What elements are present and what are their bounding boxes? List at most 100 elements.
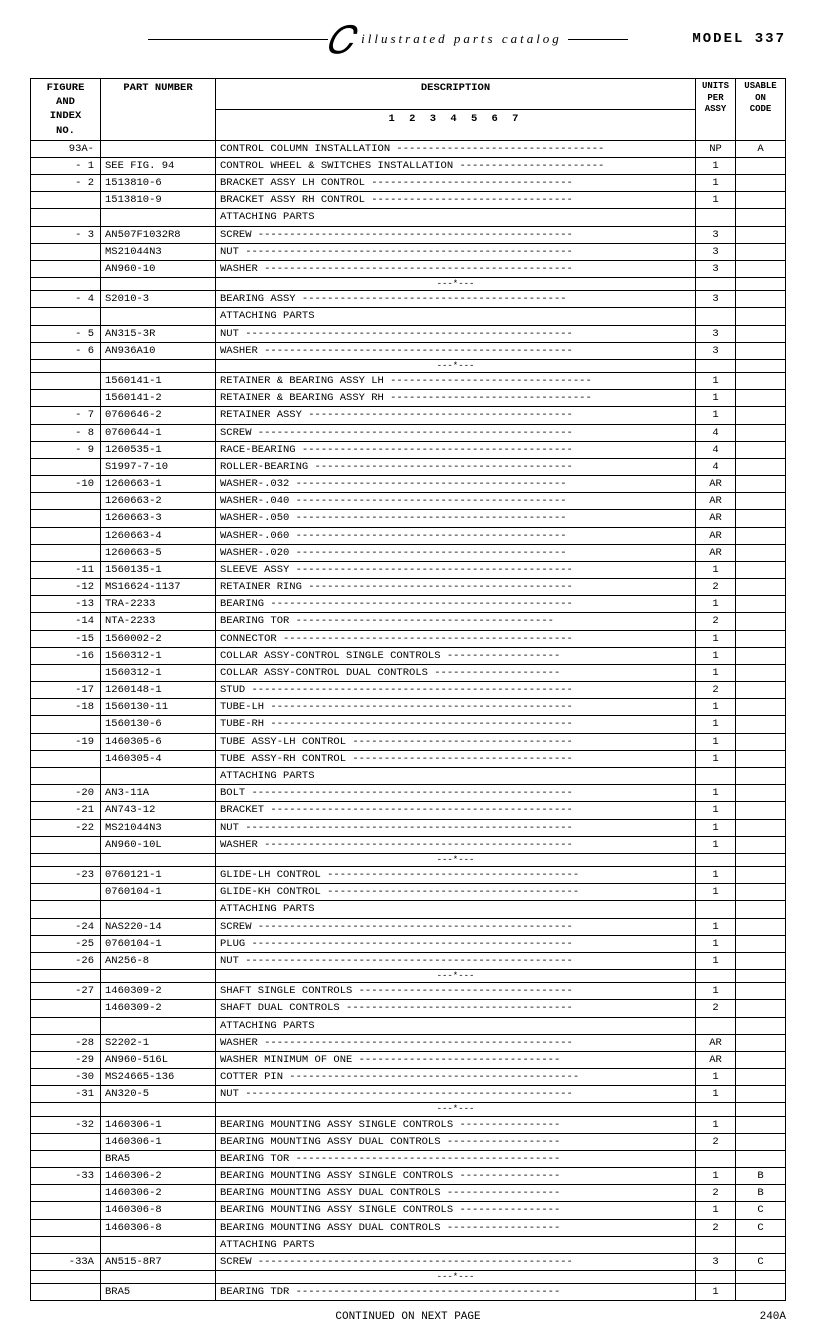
- cell-usable-code: [736, 278, 786, 291]
- cell-usable-code: [736, 630, 786, 647]
- cell-part-number: 1260663-3: [101, 510, 216, 527]
- cell-part-number: 1560312-1: [101, 664, 216, 681]
- cell-units: 1: [696, 596, 736, 613]
- col-header-units: UNITS PER ASSY: [696, 79, 736, 141]
- table-row: ATTACHING PARTS: [31, 209, 786, 226]
- cell-part-number: 1460306-2: [101, 1168, 216, 1185]
- cell-usable-code: [736, 243, 786, 260]
- cell-usable-code: [736, 1034, 786, 1051]
- cell-description: ATTACHING PARTS: [216, 209, 696, 226]
- cell-part-number: 1460306-1: [101, 1133, 216, 1150]
- cell-part-number: 1560312-1: [101, 647, 216, 664]
- cell-figure: - 5: [31, 325, 101, 342]
- cell-usable-code: [736, 458, 786, 475]
- cell-description: WASHER-.032 ----------------------------…: [216, 476, 696, 493]
- cell-figure: - 8: [31, 424, 101, 441]
- table-row: - 4S2010-3BEARING ASSY -----------------…: [31, 291, 786, 308]
- cell-description: TUBE-LH --------------------------------…: [216, 699, 696, 716]
- table-row: ---*---: [31, 970, 786, 983]
- cell-units: AR: [696, 1034, 736, 1051]
- table-row: 1260663-4WASHER-.060 -------------------…: [31, 527, 786, 544]
- cell-figure: [31, 390, 101, 407]
- cell-description: BEARING MOUNTING ASSY DUAL CONTROLS ----…: [216, 1185, 696, 1202]
- cell-description: SCREW ----------------------------------…: [216, 226, 696, 243]
- cell-figure: - 6: [31, 342, 101, 359]
- cell-figure: - 9: [31, 441, 101, 458]
- cell-description: COTTER PIN -----------------------------…: [216, 1069, 696, 1086]
- cell-units: AR: [696, 476, 736, 493]
- cell-units: 2: [696, 579, 736, 596]
- cell-units: 1: [696, 1202, 736, 1219]
- cell-description: WASHER-.040 ----------------------------…: [216, 493, 696, 510]
- cell-usable-code: [736, 1017, 786, 1034]
- cell-part-number: 0760104-1: [101, 884, 216, 901]
- cell-figure: -27: [31, 983, 101, 1000]
- cell-figure: [31, 1103, 101, 1116]
- cell-description: ATTACHING PARTS: [216, 1017, 696, 1034]
- cell-part-number: [101, 1017, 216, 1034]
- cell-usable-code: [736, 579, 786, 596]
- cell-usable-code: [736, 884, 786, 901]
- cell-figure: [31, 243, 101, 260]
- parts-table: FIGURE AND INDEX NO. PART NUMBER DESCRIP…: [30, 78, 786, 1301]
- cell-usable-code: [736, 441, 786, 458]
- logo-tagline: illustrated parts catalog: [361, 31, 562, 47]
- cell-usable-code: [736, 647, 786, 664]
- table-row: -21AN743-12BRACKET ---------------------…: [31, 802, 786, 819]
- cell-usable-code: [736, 935, 786, 952]
- cell-figure: [31, 970, 101, 983]
- cell-units: [696, 1017, 736, 1034]
- cell-description: ---*---: [216, 970, 696, 983]
- cell-description: WASHER-.020 ----------------------------…: [216, 544, 696, 561]
- cell-usable-code: [736, 716, 786, 733]
- cell-usable-code: [736, 664, 786, 681]
- cell-part-number: 1460306-1: [101, 1116, 216, 1133]
- table-row: -24NAS220-14SCREW ----------------------…: [31, 918, 786, 935]
- cell-part-number: 1513810-9: [101, 192, 216, 209]
- cell-figure: -14: [31, 613, 101, 630]
- cell-part-number: [101, 140, 216, 157]
- table-row: 1513810-9BRACKET ASSY RH CONTROL -------…: [31, 192, 786, 209]
- cell-description: ATTACHING PARTS: [216, 767, 696, 784]
- cell-units: NP: [696, 140, 736, 157]
- cell-usable-code: C: [736, 1219, 786, 1236]
- cell-units: 1: [696, 373, 736, 390]
- cell-usable-code: [736, 510, 786, 527]
- table-row: -28S2202-1WASHER -----------------------…: [31, 1034, 786, 1051]
- table-row: -181560130-11TUBE-LH -------------------…: [31, 699, 786, 716]
- cell-units: 1: [696, 1168, 736, 1185]
- cell-usable-code: [736, 699, 786, 716]
- table-row: - 3AN507F1032R8SCREW -------------------…: [31, 226, 786, 243]
- cell-figure: -24: [31, 918, 101, 935]
- table-row: -12MS16624-1137RETAINER RING -----------…: [31, 579, 786, 596]
- cell-units: 1: [696, 390, 736, 407]
- table-row: -14NTA-2233BEARING TOR -----------------…: [31, 613, 786, 630]
- cell-figure: [31, 1133, 101, 1150]
- cell-description: WASHER ---------------------------------…: [216, 342, 696, 359]
- cell-units: 2: [696, 1133, 736, 1150]
- table-row: 1460306-8BEARING MOUNTING ASSY SINGLE CO…: [31, 1202, 786, 1219]
- cell-description: WASHER ---------------------------------…: [216, 260, 696, 277]
- cell-figure: - 3: [31, 226, 101, 243]
- table-row: BRA5BEARING TDR ------------------------…: [31, 1284, 786, 1301]
- cell-description: WASHER MINIMUM OF ONE ------------------…: [216, 1051, 696, 1068]
- cell-units: 1: [696, 918, 736, 935]
- cell-figure: -28: [31, 1034, 101, 1051]
- cell-figure: [31, 664, 101, 681]
- cell-figure: [31, 853, 101, 866]
- cell-usable-code: [736, 1116, 786, 1133]
- cell-units: 3: [696, 226, 736, 243]
- cell-description: CONTROL COLUMN INSTALLATION ------------…: [216, 140, 696, 157]
- table-row: -22MS21044N3NUT ------------------------…: [31, 819, 786, 836]
- page: 𝐶 illustrated parts catalog MODEL 337 FI…: [0, 0, 816, 1343]
- cell-part-number: AN960-10L: [101, 836, 216, 853]
- cell-usable-code: [736, 260, 786, 277]
- cell-figure: [31, 750, 101, 767]
- cell-figure: [31, 510, 101, 527]
- cell-description: SCREW ----------------------------------…: [216, 918, 696, 935]
- cell-usable-code: [736, 527, 786, 544]
- cell-part-number: 0760104-1: [101, 935, 216, 952]
- table-row: -30MS24665-136COTTER PIN ---------------…: [31, 1069, 786, 1086]
- cell-units: 1: [696, 1069, 736, 1086]
- cell-description: BEARING MOUNTING ASSY SINGLE CONTROLS --…: [216, 1168, 696, 1185]
